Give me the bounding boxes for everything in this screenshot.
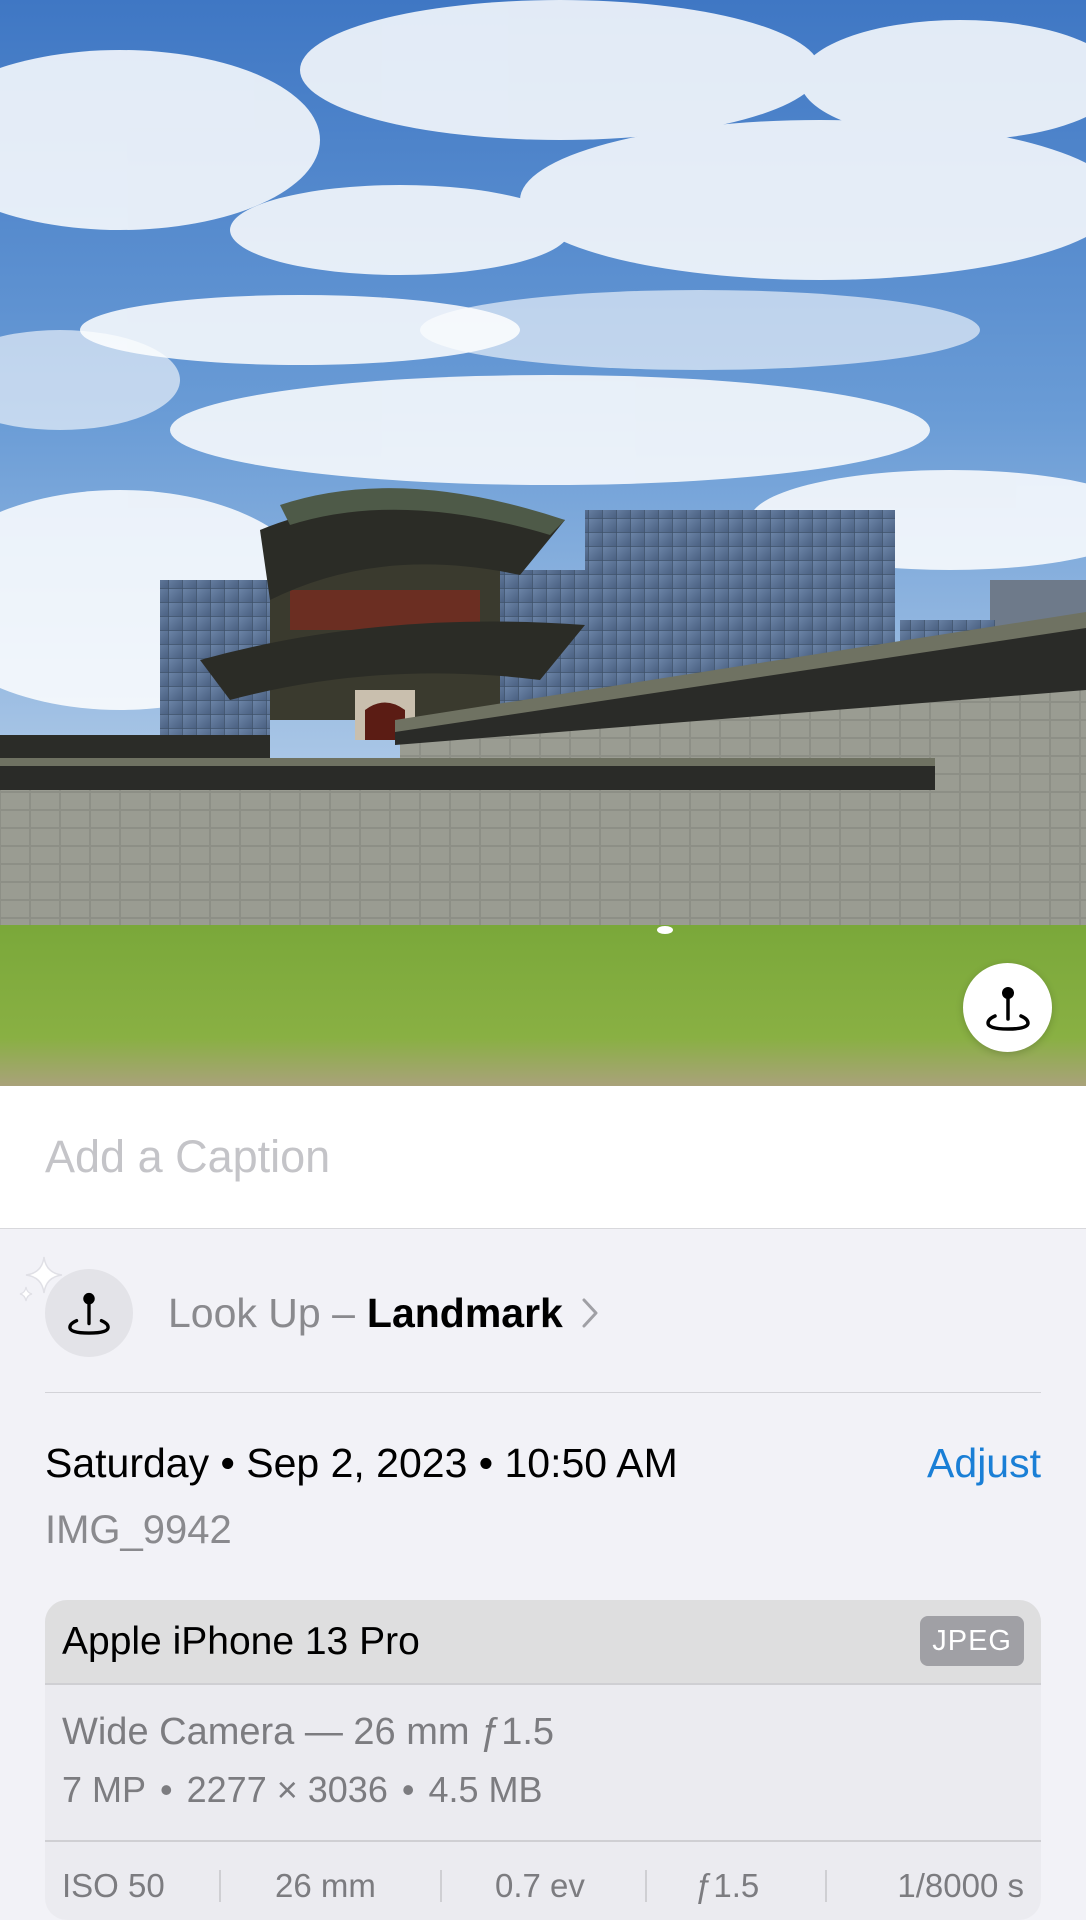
lookup-label: Look Up – Landmark [168, 1287, 599, 1339]
exif-iso: ISO 50 [62, 1867, 165, 1904]
lookup-prefix: Look Up – [168, 1290, 355, 1336]
caption-section [0, 1086, 1086, 1229]
caption-input[interactable] [45, 1126, 1035, 1188]
capture-date: Saturday • Sep 2, 2023 • 10:50 AM [45, 1440, 678, 1486]
exif-focal-length: 26 mm [275, 1867, 376, 1904]
chevron-right-icon [581, 1297, 599, 1329]
lens-info: Wide Camera — 26 mm ƒ1.5 [62, 1711, 555, 1753]
camera-info-header: Apple iPhone 13 Pro JPEG [45, 1600, 1041, 1685]
spec-separator: • [401, 1769, 415, 1810]
image-specs: 7 MP • 2277 × 3036 • 4.5 MB [62, 1766, 543, 1814]
date-row: Saturday • Sep 2, 2023 • 10:50 AM Adjust [45, 1436, 1041, 1490]
exif-aperture: ƒ1.5 [695, 1867, 760, 1904]
megapixels: 7 MP [62, 1769, 147, 1810]
adjust-date-button[interactable]: Adjust [927, 1436, 1041, 1490]
device-name: Apple iPhone 13 Pro [62, 1620, 420, 1663]
resolution: 2277 × 3036 [186, 1769, 388, 1810]
exif-divider [219, 1870, 221, 1902]
format-badge: JPEG [920, 1616, 1024, 1666]
exif-divider [440, 1870, 442, 1902]
exif-exposure-value: 0.7 ev [495, 1867, 585, 1904]
lookup-landmark-row[interactable]: Look Up – Landmark [0, 1229, 1086, 1393]
exif-divider [825, 1870, 827, 1902]
exif-divider [645, 1870, 647, 1902]
exif-shutter-speed: 1/8000 s [897, 1867, 1024, 1904]
exif-row: ISO 50 26 mm 0.7 ev ƒ1.5 1/8000 s [45, 1840, 1041, 1920]
landmark-pin-icon [985, 986, 1030, 1031]
photo-image [0, 0, 1086, 1086]
landmark-pin-icon [68, 1292, 110, 1335]
file-name: IMG_9942 [45, 1508, 232, 1552]
photo-view[interactable] [0, 0, 1086, 1086]
section-divider [45, 1392, 1041, 1393]
lookup-subject: Landmark [366, 1290, 563, 1336]
file-size: 4.5 MB [428, 1769, 543, 1810]
landmark-icon-circle [45, 1269, 133, 1357]
camera-info-card: Apple iPhone 13 Pro JPEG Wide Camera — 2… [45, 1600, 1041, 1920]
spec-separator: • [160, 1769, 173, 1810]
visual-lookup-button[interactable] [963, 963, 1052, 1052]
